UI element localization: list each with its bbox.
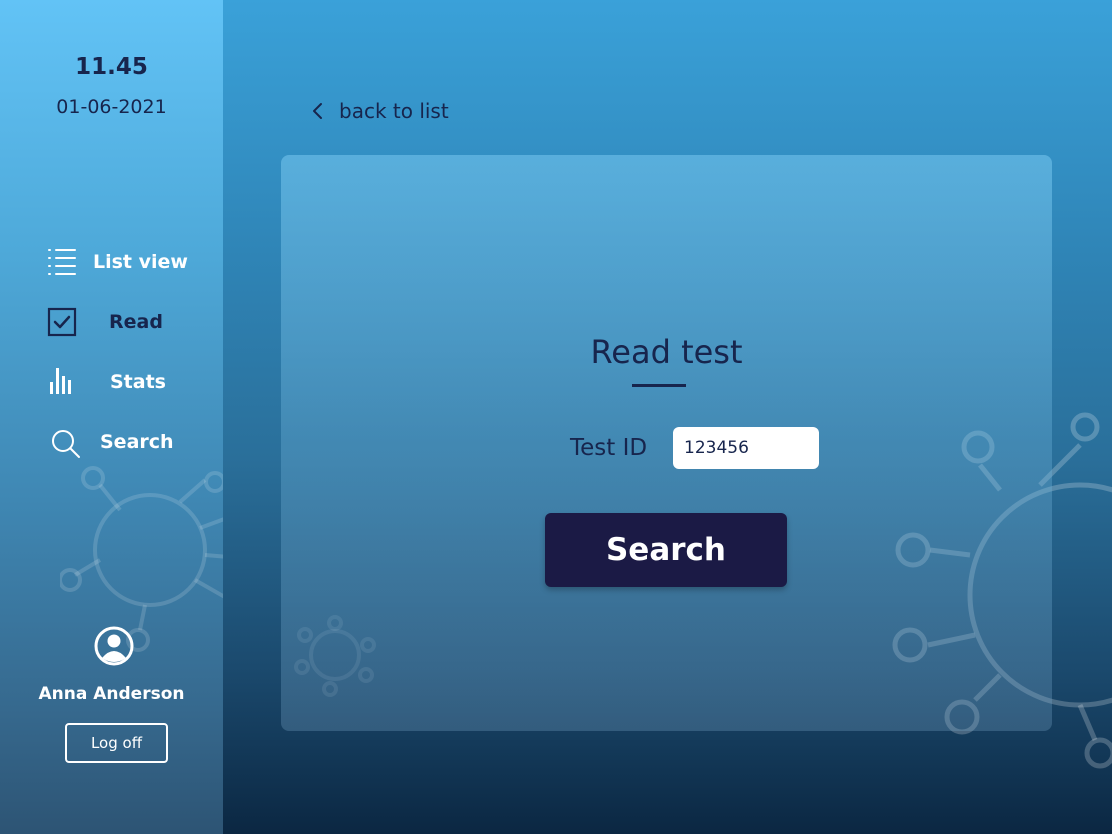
log-off-button[interactable]: Log off xyxy=(65,723,168,763)
bar-chart-icon xyxy=(50,368,71,394)
sidebar: 11.45 01-06-2021 List view Read Stats Se… xyxy=(0,0,223,834)
test-id-input[interactable] xyxy=(673,427,819,469)
list-icon xyxy=(48,249,76,275)
nav-label-search: Search xyxy=(100,431,174,453)
virus-decoration-icon xyxy=(60,466,223,652)
search-button[interactable]: Search xyxy=(545,513,787,587)
nav-label-stats: Stats xyxy=(110,371,166,393)
nav-label-read: Read xyxy=(109,311,163,333)
clock-time: 11.45 xyxy=(75,54,148,80)
nav-item-stats[interactable]: Stats xyxy=(46,366,206,398)
current-date: 01-06-2021 xyxy=(56,96,167,118)
back-to-list-label: back to list xyxy=(339,99,449,123)
read-test-card: Read test Test ID Search xyxy=(281,155,1052,731)
chevron-left-icon xyxy=(313,103,322,119)
nav-item-read[interactable]: Read xyxy=(46,306,206,338)
user-avatar-icon[interactable] xyxy=(94,626,134,666)
test-id-label: Test ID xyxy=(570,435,648,461)
nav-label-list-view: List view xyxy=(93,251,188,273)
search-icon xyxy=(52,430,80,458)
nav-item-search[interactable]: Search xyxy=(46,426,206,458)
checkbox-icon xyxy=(47,307,77,337)
user-name: Anna Anderson xyxy=(38,684,185,704)
title-underline xyxy=(632,384,686,387)
page-title: Read test xyxy=(590,333,743,371)
nav-item-list-view[interactable]: List view xyxy=(46,246,206,278)
